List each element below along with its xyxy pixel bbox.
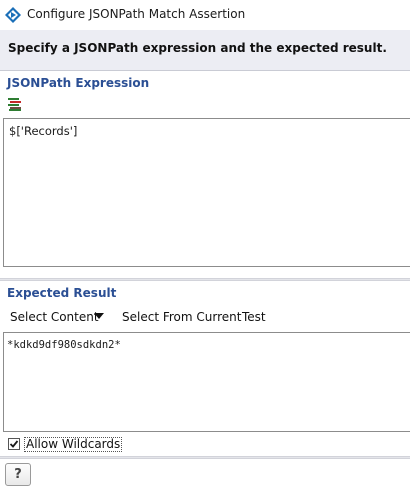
instruction-text: Specify a JSONPath expression and the ex… bbox=[8, 41, 387, 55]
select-content-button[interactable]: Select Content bbox=[10, 310, 99, 324]
expected-result-value: *kdkd9df980sdkdn2* bbox=[7, 339, 121, 351]
window-title: Configure JSONPath Match Assertion bbox=[27, 7, 246, 21]
footer-divider bbox=[0, 456, 410, 459]
jsonpath-expression-input[interactable]: $['Records'] bbox=[3, 118, 410, 267]
expression-section-title: JSONPath Expression bbox=[7, 76, 150, 90]
jsonpath-expression-value: $['Records'] bbox=[9, 124, 78, 138]
app-logo-icon bbox=[5, 7, 21, 23]
select-content-dropdown-icon[interactable] bbox=[94, 313, 104, 319]
expression-builder-icon[interactable] bbox=[8, 98, 23, 111]
checkmark-icon bbox=[9, 440, 19, 448]
help-button[interactable]: ? bbox=[5, 463, 31, 486]
title-bar: Configure JSONPath Match Assertion bbox=[0, 0, 410, 30]
allow-wildcards-label[interactable]: Allow Wildcards bbox=[24, 437, 123, 452]
allow-wildcards-checkbox[interactable] bbox=[8, 438, 20, 450]
select-from-current-button[interactable]: Select From Current bbox=[122, 310, 241, 324]
section-divider[interactable] bbox=[0, 278, 410, 281]
test-button[interactable]: Test bbox=[242, 310, 266, 324]
expected-result-input[interactable]: *kdkd9df980sdkdn2* bbox=[3, 332, 410, 432]
instruction-banner: Specify a JSONPath expression and the ex… bbox=[0, 30, 410, 71]
result-section-title: Expected Result bbox=[7, 286, 117, 300]
